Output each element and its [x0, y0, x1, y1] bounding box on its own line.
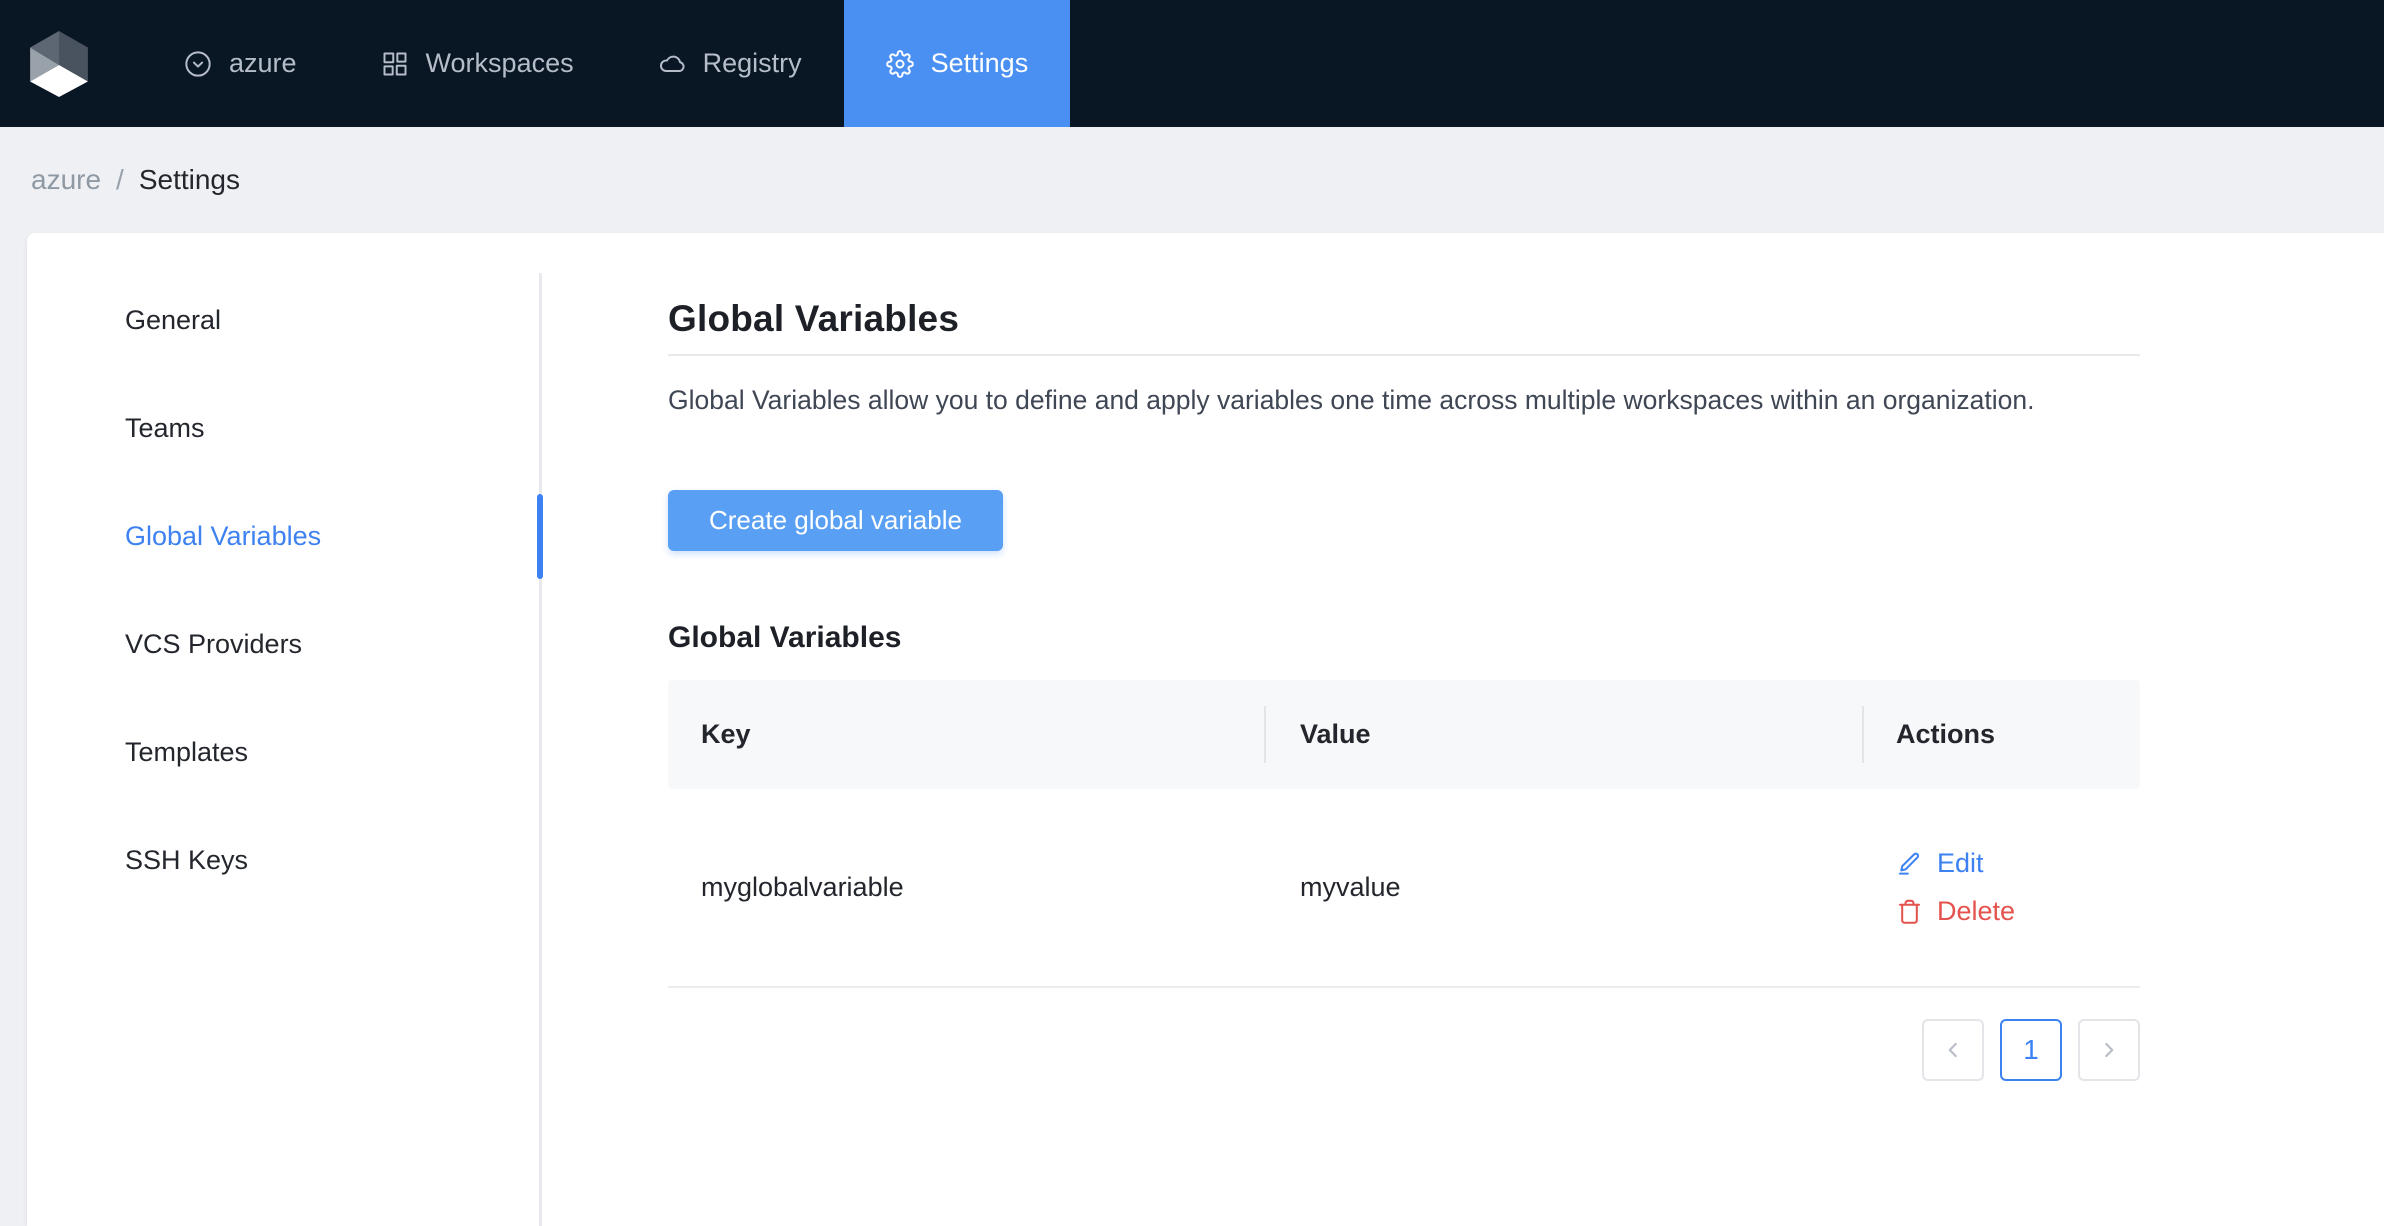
column-header-key: Key: [701, 719, 751, 749]
pagination: 1: [668, 1019, 2140, 1081]
settings-sidebar: General Teams Global Variables VCS Provi…: [27, 266, 532, 914]
nav-menu: azure Workspaces Registry Settings: [142, 0, 1071, 127]
sidebar-divider: [539, 273, 542, 1226]
nav-item-organization[interactable]: azure: [142, 0, 339, 127]
nav-item-label: azure: [229, 48, 297, 78]
sidebar-item-vcs-providers[interactable]: VCS Providers: [27, 590, 532, 698]
gear-icon: [885, 49, 914, 78]
nav-item-registry[interactable]: Registry: [616, 0, 844, 127]
column-header-actions: Actions: [1862, 680, 2140, 789]
nav-item-label: Settings: [930, 48, 1029, 78]
edit-action-link[interactable]: Edit: [1896, 848, 2140, 879]
title-divider: [668, 354, 2140, 356]
top-navbar: azure Workspaces Registry Settings: [0, 0, 2384, 127]
sidebar-item-label: Teams: [125, 412, 205, 443]
delete-action-link[interactable]: Delete: [1896, 896, 2140, 927]
main-panel: Global Variables Global Variables allow …: [668, 233, 2140, 1081]
pagination-page-1-button[interactable]: 1: [2000, 1019, 2062, 1081]
chevron-left-icon: [1940, 1037, 1966, 1063]
pagination-next-button[interactable]: [2078, 1019, 2140, 1081]
sidebar-item-label: Templates: [125, 736, 249, 767]
sidebar-item-label: General: [125, 304, 222, 335]
page-description: Global Variables allow you to define and…: [668, 385, 2035, 415]
chevron-circle-icon: [184, 50, 212, 78]
global-variables-table: Key Value Actions myglobalvariable myval…: [668, 680, 2140, 988]
pencil-icon: [1896, 850, 1923, 877]
brand-logo[interactable]: [0, 0, 88, 127]
sidebar-item-ssh-keys[interactable]: SSH Keys: [27, 806, 532, 914]
grid-icon: [381, 50, 409, 78]
cell-key: myglobalvariable: [701, 872, 904, 902]
chevron-right-icon: [2096, 1037, 2122, 1063]
nav-item-workspaces[interactable]: Workspaces: [339, 0, 616, 127]
sidebar-item-teams[interactable]: Teams: [27, 374, 532, 482]
column-header-value: Value: [1264, 680, 1862, 789]
table-row: myglobalvariable myvalue Edit Delete: [668, 789, 2140, 988]
page-title: Global Variables: [668, 298, 960, 339]
sidebar-item-label: SSH Keys: [125, 844, 249, 875]
content-card: General Teams Global Variables VCS Provi…: [27, 233, 2384, 1226]
cell-value: myvalue: [1300, 872, 1401, 902]
pagination-prev-button[interactable]: [1922, 1019, 1984, 1081]
nav-item-settings[interactable]: Settings: [843, 0, 1071, 127]
nav-item-label: Workspaces: [425, 48, 574, 78]
cube-logo-icon: [30, 30, 88, 97]
table-header-row: Key Value Actions: [668, 680, 2140, 789]
trash-icon: [1896, 898, 1923, 925]
sidebar-item-label: VCS Providers: [125, 628, 303, 659]
breadcrumb-separator: /: [116, 164, 124, 195]
create-global-variable-button[interactable]: Create global variable: [668, 490, 1003, 551]
breadcrumb: azure / Settings: [0, 127, 2384, 233]
edit-action-label: Edit: [1937, 848, 1984, 878]
sidebar-active-indicator: [537, 494, 543, 579]
breadcrumb-current-page: Settings: [138, 164, 240, 195]
sidebar-item-label: Global Variables: [125, 520, 322, 551]
cloud-icon: [658, 50, 686, 78]
sidebar-item-templates[interactable]: Templates: [27, 698, 532, 806]
delete-action-label: Delete: [1937, 896, 2016, 926]
sidebar-item-general[interactable]: General: [27, 266, 532, 374]
sidebar-item-global-variables[interactable]: Global Variables: [27, 482, 532, 590]
breadcrumb-org-link[interactable]: azure: [31, 164, 101, 196]
nav-item-label: Registry: [702, 48, 802, 78]
cell-actions: Edit Delete: [1862, 848, 2140, 927]
table-heading: Global Variables: [668, 621, 902, 654]
